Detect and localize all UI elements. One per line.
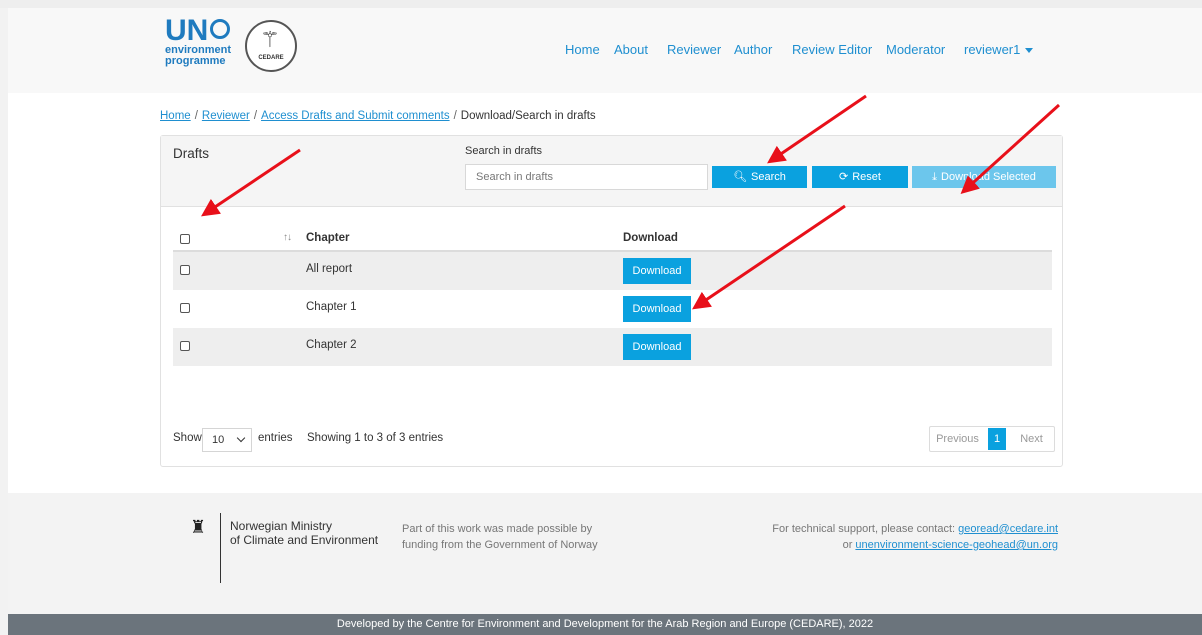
- show-label: Show: [173, 432, 202, 444]
- nav-home[interactable]: Home: [565, 42, 600, 57]
- support-email-link-1[interactable]: georead@cedare.int: [958, 523, 1058, 535]
- download-icon: ⤓: [932, 171, 938, 183]
- drafts-card-header: Drafts Search in drafts 🔍︎Search ⟳Reset …: [161, 136, 1062, 207]
- column-header-chapter[interactable]: Chapter: [306, 232, 349, 244]
- globe-icon: [210, 19, 231, 40]
- footer-divider: [220, 513, 221, 583]
- reset-button[interactable]: ⟳ Reset: [812, 166, 908, 188]
- column-header-download: Download: [623, 232, 678, 244]
- cedar-tree-icon: ⚚: [260, 28, 280, 53]
- top-strip: [0, 0, 1202, 8]
- drafts-card: Drafts Search in drafts 🔍︎Search ⟳Reset …: [160, 135, 1063, 467]
- chapter-cell: Chapter 1: [306, 301, 357, 313]
- sort-icon[interactable]: ↑↓: [283, 232, 292, 243]
- breadcrumb: Home / Reviewer / Access Drafts and Submit c…: [160, 110, 596, 122]
- funding-line-1: Part of this work was made possible by: [402, 523, 593, 535]
- unep-logo[interactable]: UN environment programme: [165, 14, 245, 79]
- breadcrumb-current: Download/Search in drafts: [460, 110, 596, 122]
- norway-lion-icon: ♜: [190, 517, 207, 537]
- user-menu[interactable]: reviewer1: [964, 42, 1034, 57]
- nav-about[interactable]: About: [614, 42, 648, 57]
- nav-moderator[interactable]: Moderator: [886, 42, 945, 57]
- breadcrumb-separator: /: [194, 110, 198, 122]
- download-button[interactable]: Download: [623, 258, 691, 284]
- card-title: Drafts: [173, 146, 210, 161]
- next-page-button[interactable]: Next: [1009, 427, 1054, 451]
- breadcrumb-home[interactable]: Home: [160, 110, 191, 122]
- bottom-credit: Developed by the Centre for Environment …: [8, 614, 1202, 635]
- refresh-icon: ⟳: [839, 171, 849, 183]
- download-selected-label: Download Selected: [941, 171, 1036, 183]
- support-or: or: [842, 539, 853, 551]
- previous-page-button[interactable]: Previous: [930, 427, 985, 451]
- download-selected-button[interactable]: ⤓ Download Selected: [912, 166, 1056, 188]
- search-icon: 🔍︎: [733, 171, 748, 183]
- download-button[interactable]: Download: [623, 296, 691, 322]
- cedare-logo-text: CEDARE: [258, 55, 284, 61]
- funding-note: Part of this work was made possible by f…: [402, 521, 598, 553]
- breadcrumb-access-drafts[interactable]: Access Drafts and Submit comments: [261, 110, 450, 122]
- chapter-cell: All report: [306, 263, 353, 275]
- ministry-line-2: of Climate and Environment: [230, 533, 379, 547]
- table-row: All report Download: [173, 252, 1052, 290]
- breadcrumb-separator: /: [253, 110, 258, 122]
- table-row: Chapter 1 Download: [173, 290, 1052, 328]
- row-checkbox[interactable]: [180, 265, 190, 275]
- support-prefix: For technical support, please contact:: [772, 523, 956, 535]
- ministry-line-1: Norwegian Ministry: [230, 519, 333, 533]
- search-label: Search in drafts: [465, 145, 543, 157]
- search-button[interactable]: 🔍︎ Search: [712, 166, 807, 188]
- reset-button-label: Reset: [852, 171, 881, 183]
- ministry-name: Norwegian Ministry of Climate and Enviro…: [230, 519, 378, 547]
- table-summary: Showing 1 to 3 of 3 entries: [307, 432, 444, 444]
- pagination: Previous 1 Next: [929, 426, 1055, 452]
- nav-reviewer[interactable]: Reviewer: [667, 42, 721, 57]
- user-menu-label: reviewer1: [964, 42, 1021, 57]
- table-row: Chapter 2 Download: [173, 328, 1052, 366]
- nav-author[interactable]: Author: [734, 42, 772, 57]
- page-size-select[interactable]: 10: [202, 428, 252, 452]
- page-1-button[interactable]: 1: [988, 428, 1006, 450]
- row-checkbox[interactable]: [180, 341, 190, 351]
- chapter-cell: Chapter 2: [306, 339, 357, 351]
- page: UN environment programme ⚚ CEDARE Home A…: [0, 0, 1202, 635]
- search-input[interactable]: [465, 164, 708, 190]
- caret-down-icon: [1025, 48, 1034, 54]
- select-all-checkbox[interactable]: [180, 234, 190, 244]
- entries-label: entries: [258, 432, 293, 444]
- funding-line-2: funding from the Government of Norway: [402, 539, 598, 551]
- download-button[interactable]: Download: [623, 334, 691, 360]
- row-checkbox[interactable]: [180, 303, 190, 313]
- logo-line2: programme: [165, 55, 226, 67]
- page-size-value: 10: [212, 434, 225, 446]
- nav-review-editor[interactable]: Review Editor: [792, 42, 872, 57]
- support-contact: For technical support, please contact: g…: [772, 521, 1058, 553]
- table-header-row: ↑↓ Chapter Download: [173, 226, 1052, 252]
- cedare-logo[interactable]: ⚚ CEDARE: [245, 20, 297, 72]
- support-email-link-2[interactable]: unenvironment-science-geohead@un.org: [855, 539, 1058, 551]
- breadcrumb-separator: /: [453, 110, 457, 122]
- logo-un-text: UN: [165, 14, 209, 47]
- search-button-label: Search: [751, 171, 786, 183]
- breadcrumb-reviewer[interactable]: Reviewer: [202, 110, 250, 122]
- chevron-down-icon: [236, 433, 246, 443]
- site-footer: [8, 493, 1202, 614]
